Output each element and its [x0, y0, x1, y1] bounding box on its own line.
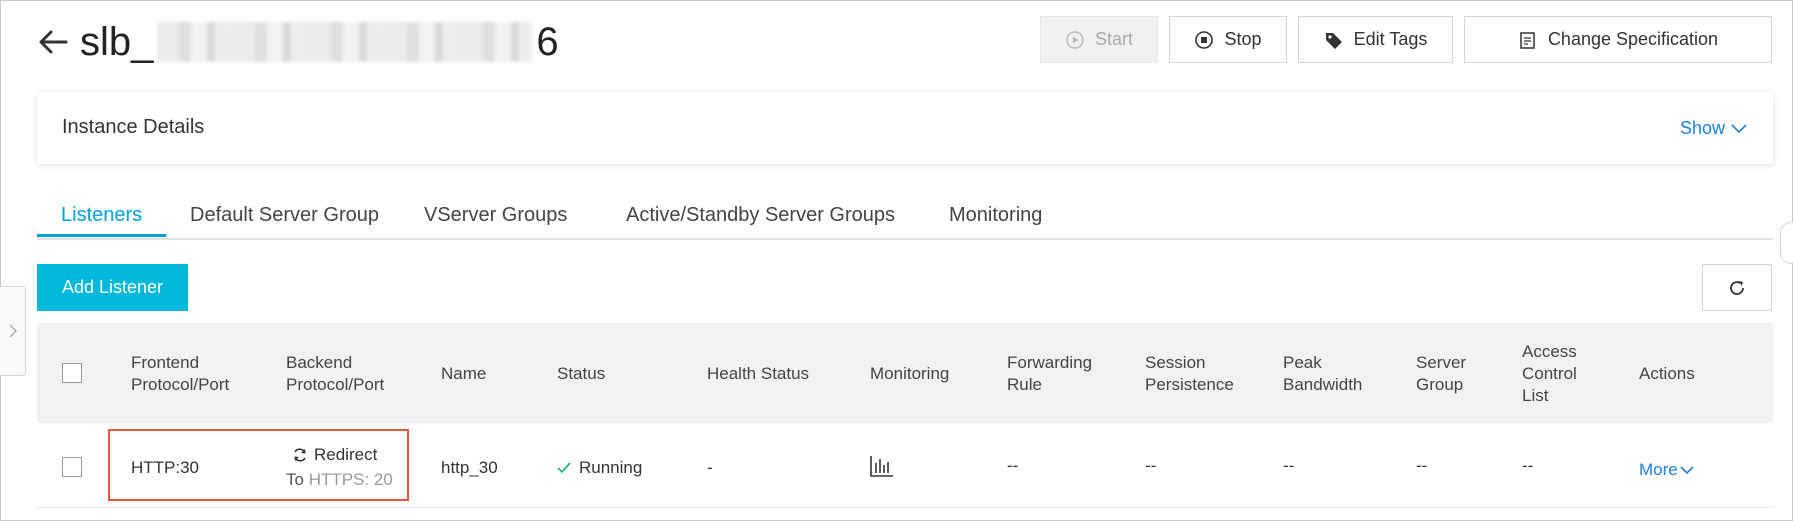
instance-details-panel: Instance Details Show	[37, 92, 1773, 164]
tab-default-server-group[interactable]: Default Server Group	[190, 204, 379, 227]
title-prefix: slb_	[80, 20, 154, 64]
stop-button[interactable]: Stop	[1169, 16, 1287, 63]
chevron-down-icon	[1680, 465, 1694, 474]
forwarding-rule-value: --	[1007, 456, 1019, 475]
check-icon	[557, 462, 571, 474]
stop-circle-icon	[1195, 30, 1214, 49]
header-access-control-list: Access Control List	[1522, 342, 1577, 405]
back-arrow-icon[interactable]	[36, 25, 70, 59]
side-expand-handle[interactable]	[0, 286, 26, 376]
refresh-button[interactable]	[1702, 264, 1772, 311]
right-edge-handle[interactable]	[1780, 222, 1793, 264]
change-specification-label: Change Specification	[1547, 29, 1719, 49]
tab-bar: Listeners Default Server Group VServer G…	[37, 196, 1773, 240]
start-button[interactable]: Start	[1040, 16, 1158, 63]
tab-listeners[interactable]: Listeners	[61, 204, 142, 227]
header-server-group: Server Group	[1416, 353, 1467, 394]
highlight-box	[108, 429, 409, 501]
start-label: Start	[1094, 29, 1133, 49]
listener-name: http_30	[441, 458, 498, 477]
add-listener-button[interactable]: Add Listener	[37, 264, 188, 311]
monitoring-chart-icon[interactable]	[870, 455, 894, 477]
listener-status: Running	[557, 457, 642, 479]
header-name: Name	[441, 364, 487, 383]
redacted-instance-id	[157, 22, 533, 62]
header-status: Status	[557, 364, 606, 383]
header-session-persistence: Session Persistence	[1145, 353, 1234, 394]
tab-active-standby-server-groups[interactable]: Active/Standby Server Groups	[626, 204, 895, 227]
instance-details-label: Instance Details	[62, 116, 205, 138]
edit-tags-button[interactable]: Edit Tags	[1298, 16, 1453, 63]
title-suffix: 6	[536, 20, 559, 64]
play-circle-icon	[1066, 30, 1084, 49]
select-all-checkbox[interactable]	[62, 363, 82, 383]
access-control-value: --	[1522, 456, 1534, 475]
header-peak-bandwidth: Peak Bandwidth	[1283, 353, 1363, 394]
more-actions-dropdown[interactable]: More	[1639, 459, 1694, 481]
tab-monitoring[interactable]: Monitoring	[949, 204, 1042, 227]
health-status-value: -	[707, 458, 713, 477]
server-group-value: --	[1416, 456, 1428, 475]
header-monitoring: Monitoring	[870, 364, 950, 383]
header-backend: Backend Protocol/Port	[286, 353, 385, 394]
row-checkbox[interactable]	[62, 457, 82, 477]
edit-document-icon	[1520, 31, 1535, 49]
active-tab-indicator	[37, 234, 166, 237]
session-persistence-value: --	[1145, 456, 1157, 475]
edit-tags-label: Edit Tags	[1353, 29, 1428, 49]
refresh-icon	[1730, 280, 1744, 295]
header-actions: Actions	[1639, 364, 1695, 383]
header-forwarding-rule: Forwarding Rule	[1007, 353, 1093, 394]
change-specification-button[interactable]: Change Specification	[1464, 16, 1772, 63]
tab-vserver-groups[interactable]: VServer Groups	[424, 204, 567, 227]
stop-label: Stop	[1224, 29, 1262, 49]
chevron-down-icon	[1731, 123, 1747, 133]
show-label: Show	[1679, 118, 1725, 138]
table-header: Frontend Protocol/Port Backend Protocol/Po…	[37, 323, 1773, 423]
chevron-right-icon	[9, 324, 17, 338]
more-label: More	[1639, 460, 1678, 479]
show-details-toggle[interactable]: Show	[1680, 118, 1747, 139]
tag-icon	[1325, 32, 1342, 49]
peak-bandwidth-value: --	[1283, 456, 1295, 475]
page-title: slb_ 6	[80, 18, 559, 66]
header-health-status: Health Status	[707, 364, 810, 383]
header-frontend: Frontend Protocol/Port	[131, 353, 230, 394]
status-text: Running	[579, 458, 643, 477]
